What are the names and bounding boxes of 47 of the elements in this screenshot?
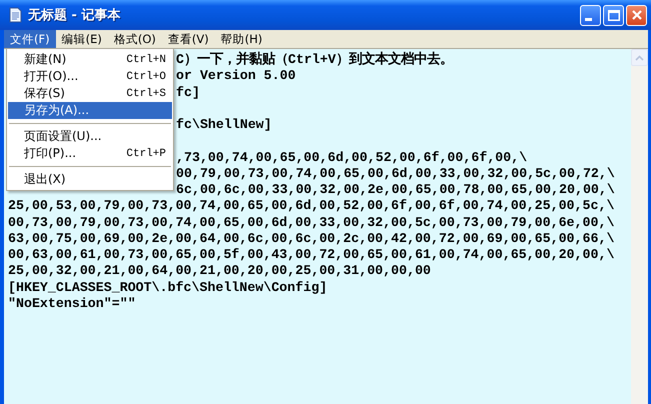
text-line: 00,79,00,73,00,74,00,65,00,6d,00,33,00,32,00,5c,00,72,\ bbox=[176, 166, 615, 182]
text-line: 25,00,32,00,21,00,64,00,21,00,20,00,25,00,31,00,00,00 bbox=[8, 263, 431, 280]
close-button[interactable] bbox=[626, 4, 647, 26]
menu-item-label: 打印(P)... bbox=[24, 145, 78, 162]
menu-item[interactable]: 退出(X) bbox=[8, 171, 172, 188]
text-line: ,73,00,74,00,65,00,6d,00,52,00,6f,00,6f,00,\ bbox=[176, 150, 528, 166]
shortcut-label: Ctrl+P bbox=[126, 148, 166, 160]
menu-item[interactable]: 打开(O)... Ctrl+O bbox=[8, 68, 172, 85]
menu-item-label: 打开(O)... bbox=[24, 68, 80, 85]
text-line: fc\ShellNew] bbox=[176, 117, 272, 134]
menu-item-label: 退出(X) bbox=[24, 171, 67, 188]
close-icon bbox=[632, 10, 642, 20]
shortcut-label: Ctrl+O bbox=[126, 70, 166, 82]
text-line: 6c,00,6c,00,33,00,32,00,2e,00,65,00,78,00,65,00,20,00,\ bbox=[176, 182, 615, 198]
shortcut-label: Ctrl+N bbox=[126, 54, 166, 66]
menu-item[interactable]: 另存为(A)... bbox=[8, 102, 172, 119]
notepad-icon bbox=[8, 7, 22, 23]
text-line: 63,00,75,00,69,00,2e,00,64,00,6c,00,6c,00,2c,00,42,00,72,00,69,00,65,00,66,\ bbox=[8, 230, 614, 247]
menu-item[interactable]: 格式(O) bbox=[108, 30, 162, 48]
text-line: "NoExtension"="" bbox=[8, 296, 136, 312]
shortcut-label: Ctrl+S bbox=[126, 88, 166, 100]
vertical-scrollbar[interactable] bbox=[631, 49, 648, 404]
menu-item-label: 新建(N) bbox=[24, 51, 68, 68]
text-line: fc] bbox=[176, 84, 200, 101]
caret-up-icon bbox=[635, 54, 644, 60]
maximize-button[interactable] bbox=[603, 4, 624, 26]
menu-item-label: 另存为(A)... bbox=[24, 102, 90, 119]
minimize-icon bbox=[584, 18, 592, 21]
menu-item[interactable]: 文件(F) bbox=[4, 30, 56, 48]
window-title: 无标题 - 记事本 bbox=[28, 7, 122, 24]
maximize-icon bbox=[608, 10, 620, 20]
menu-item[interactable]: 页面设置(U)... bbox=[8, 128, 172, 145]
text-line: [HKEY_CLASSES_ROOT\.bfc\ShellNew\Config] bbox=[8, 280, 328, 296]
menu-item-label: 保存(S) bbox=[24, 85, 66, 102]
menu-item-label: 页面设置(U)... bbox=[24, 128, 103, 145]
text-line: C）一下，并黏贴（Ctrl+V）到文本文档中去。 bbox=[176, 52, 453, 68]
menu-item[interactable]: 帮助(H) bbox=[214, 30, 268, 48]
text-line: 25,00,53,00,79,00,73,00,74,00,65,00,6d,00,52,00,6f,00,6f,00,74,00,25,00,5c,\ bbox=[8, 198, 614, 214]
menu-item[interactable]: 保存(S) Ctrl+S bbox=[8, 85, 172, 102]
minimize-button[interactable] bbox=[580, 4, 601, 26]
text-line: or Version 5.00 bbox=[176, 68, 296, 84]
text-line: 00,73,00,79,00,73,00,74,00,65,00,6d,00,33,00,32,00,5c,00,73,00,79,00,6e,00,\ bbox=[8, 214, 614, 231]
text-line: 00,63,00,61,00,73,00,65,00,5f,00,43,00,72,00,65,00,61,00,74,00,65,00,20,00,\ bbox=[8, 247, 614, 264]
menu-item[interactable]: 新建(N) Ctrl+N bbox=[8, 51, 172, 68]
menu-item[interactable]: 打印(P)... Ctrl+P bbox=[8, 145, 172, 162]
menu-item[interactable]: 查看(V) bbox=[162, 30, 215, 48]
menu-item[interactable]: 编辑(E) bbox=[56, 30, 108, 48]
